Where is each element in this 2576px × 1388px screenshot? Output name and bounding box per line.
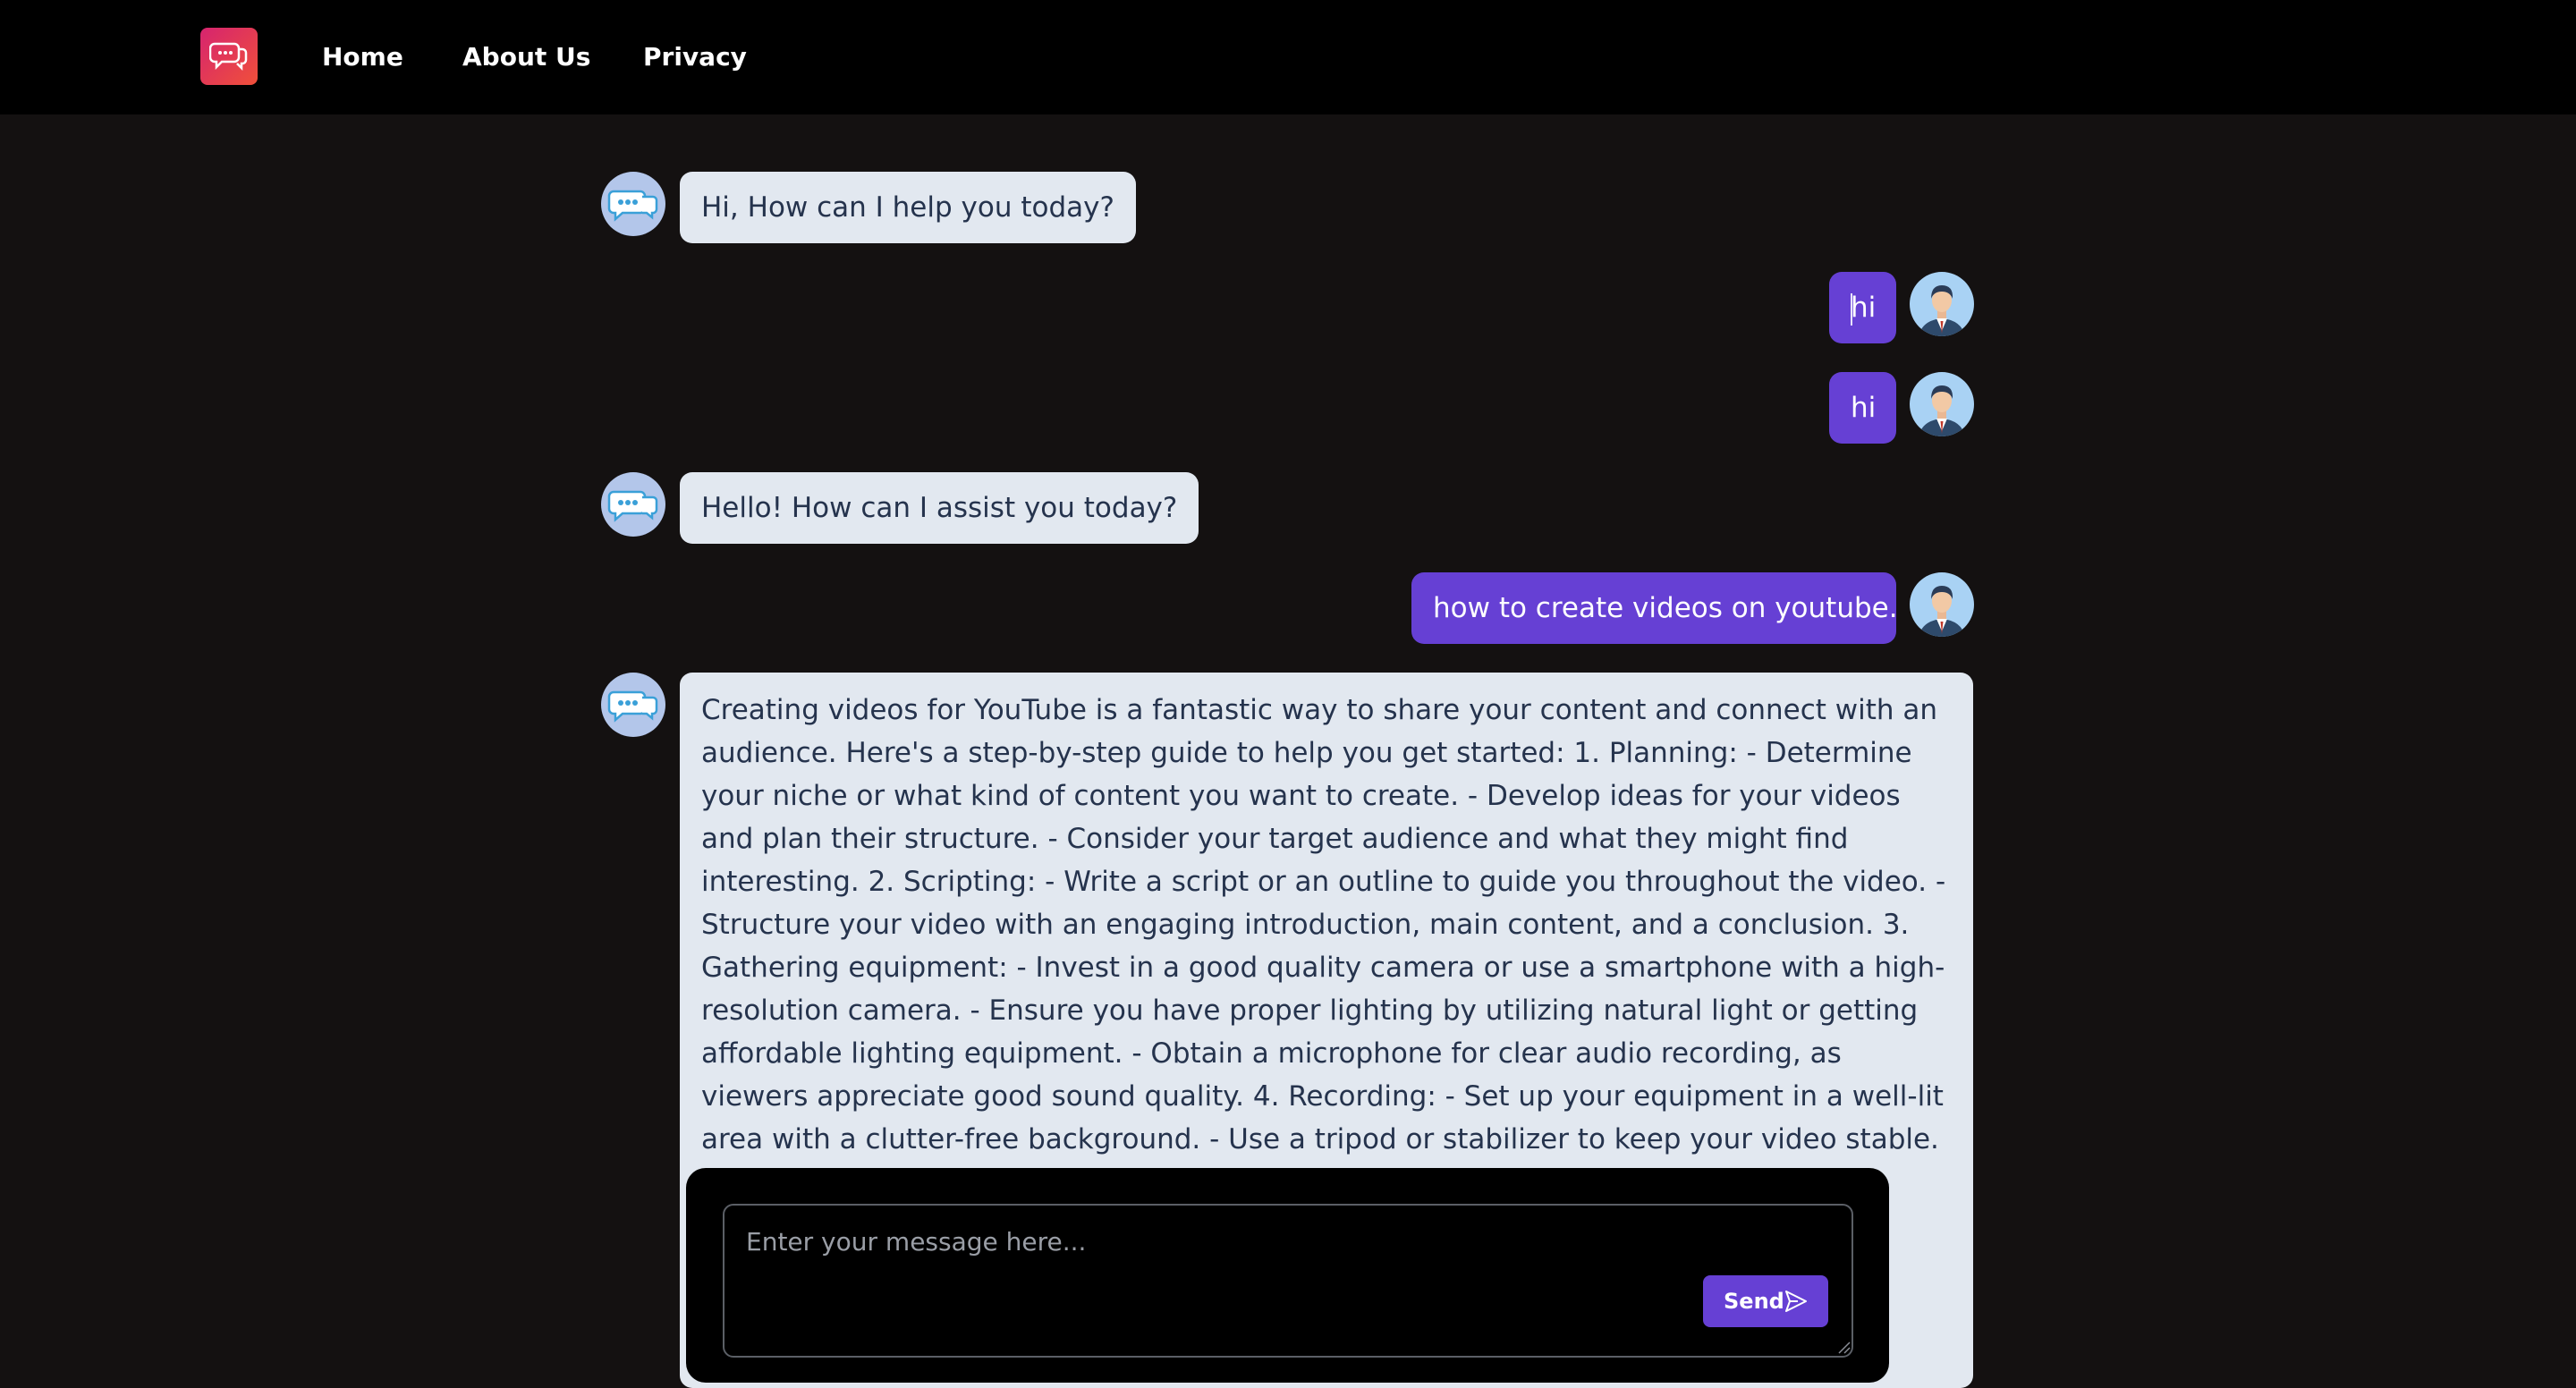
bot-message: Hello! How can I assist you today?: [680, 472, 1199, 544]
paper-plane-icon: [1785, 1291, 1807, 1312]
user-avatar-icon: [1910, 372, 1974, 436]
user-avatar-icon: [1910, 272, 1974, 336]
user-message-text: hi: [1851, 292, 1877, 324]
user-message: how to create videos on youtube.: [1411, 572, 1898, 644]
nav-link-home[interactable]: Home: [322, 41, 403, 73]
text-cursor: [1851, 293, 1852, 326]
bot-message: Hi, How can I help you today?: [680, 172, 1136, 243]
chat-bubbles-icon[interactable]: [200, 28, 258, 85]
nav-link-about-us[interactable]: About Us: [462, 41, 590, 73]
top-navbar: Home About Us Privacy: [0, 0, 2576, 114]
user-message: hi: [1829, 272, 1896, 343]
user-avatar-icon: [1910, 572, 1974, 637]
resize-handle-icon[interactable]: [1836, 1340, 1851, 1354]
message-input[interactable]: [723, 1204, 1853, 1358]
bot-avatar-icon: [601, 673, 665, 737]
user-message: hi: [1829, 372, 1896, 444]
message-composer: Send: [686, 1168, 1889, 1383]
send-button[interactable]: Send: [1703, 1275, 1828, 1327]
nav-link-privacy[interactable]: Privacy: [643, 41, 747, 73]
bot-avatar-icon: [601, 472, 665, 537]
bot-avatar-icon: [601, 172, 665, 236]
send-button-label: Send: [1724, 1289, 1784, 1314]
